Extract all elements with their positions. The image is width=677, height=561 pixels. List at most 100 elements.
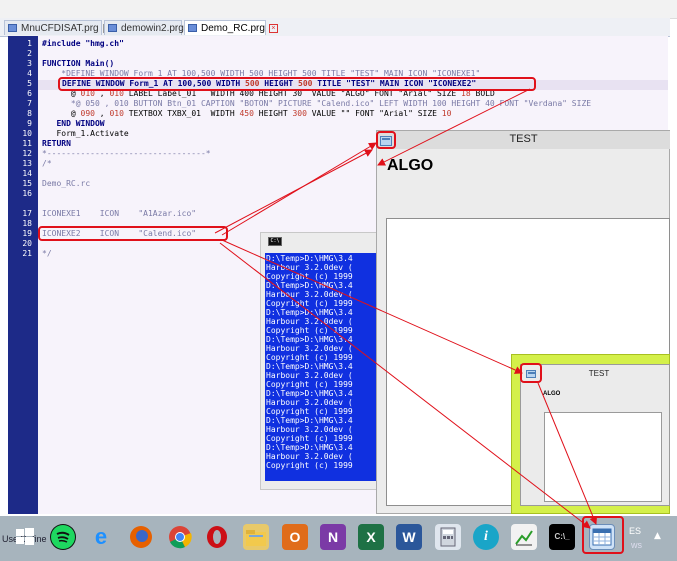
onenote-icon[interactable]: N: [320, 524, 346, 550]
info-app-icon[interactable]: i: [473, 524, 499, 550]
windows-start-icon[interactable]: [12, 524, 38, 550]
chrome-icon[interactable]: [167, 524, 193, 550]
word-icon[interactable]: W: [396, 524, 422, 550]
code-token: @: [42, 109, 81, 118]
file-icon: [188, 24, 197, 32]
line-number: 1: [27, 39, 32, 48]
code-token: HEIGHT: [253, 109, 293, 118]
console-line: D:\Temp>D:\HMG\3.4: [266, 362, 353, 371]
highlight-box-thumbnail-icon: [520, 363, 542, 383]
command-prompt-icon[interactable]: C:\_: [549, 524, 575, 550]
console-line: D:\Temp>D:\HMG\3.4: [266, 416, 353, 425]
file-icon: [8, 24, 17, 32]
console-line: D:\Temp>D:\HMG\3.4: [266, 389, 353, 398]
line-number: 3: [27, 59, 32, 68]
code-token: TEXTBOX TXBX_01 WIDTH: [123, 109, 240, 118]
tab-mnucfdisat[interactable]: MnuCFDISAT.prg×: [4, 20, 112, 35]
line-number: 2: [27, 49, 32, 58]
test-window-label: ALGO: [387, 157, 434, 174]
console-line: Harbour 3.2.0dev (: [266, 452, 353, 461]
line-number: 19: [22, 229, 32, 238]
console-line: Harbour 3.2.0dev (: [266, 398, 353, 407]
code-token: 090: [80, 109, 95, 118]
language-indicator[interactable]: ES: [629, 526, 641, 536]
tab-demowin2[interactable]: demowin2.prg×: [104, 20, 197, 35]
excel-icon[interactable]: X: [358, 524, 384, 550]
line-number: 5: [27, 79, 32, 88]
line-number: 10: [22, 129, 32, 138]
file-explorer-icon[interactable]: [243, 524, 269, 550]
console-line: D:\Temp>D:\HMG\3.4: [266, 308, 353, 317]
calculator-icon[interactable]: [435, 524, 461, 550]
highlight-box-window-icon: [376, 131, 396, 149]
line-number: 15: [22, 179, 32, 188]
code-line-11: RETURN: [42, 139, 71, 148]
highlight-box-define-window: [58, 77, 536, 91]
console-line: Harbour 3.2.0dev (: [266, 344, 353, 353]
code-token: 10: [441, 109, 452, 118]
thumbnail-label: ALGO: [543, 391, 561, 397]
line-number: 14: [22, 169, 32, 178]
code-line-17: ICONEXE1 ICON "A1Azar.ico": [42, 209, 197, 218]
console-line: Copyright (c) 1999: [266, 461, 353, 470]
spotify-icon[interactable]: [50, 524, 76, 550]
close-tab-icon[interactable]: ×: [268, 23, 278, 33]
line-number: 13: [22, 159, 32, 168]
code-line-7: *@ 050 , 010 BUTTON Btn_01 CAPTION "BOTO…: [42, 99, 592, 108]
code-line-10: Form_1.Activate: [42, 129, 129, 138]
code-line-12: *---------------------------------*: [42, 149, 211, 158]
highlight-box-taskbar-icon: [582, 516, 624, 554]
tab-label: demowin2.prg: [121, 23, 184, 34]
line-number: 20: [22, 239, 32, 248]
console-line: D:\Temp>D:\HMG\3.4: [266, 281, 353, 290]
console-output: D:\Temp>D:\HMG\3.4 Harbour 3.2.0dev ( Co…: [265, 253, 377, 481]
console-line: Copyright (c) 1999: [266, 299, 353, 308]
code-token: 010: [109, 109, 124, 118]
firefox-icon[interactable]: [128, 524, 154, 550]
top-ruler-strip: [0, 0, 677, 19]
code-line-9: END WINDOW: [42, 119, 105, 128]
console-line: Copyright (c) 1999: [266, 380, 353, 389]
tray-partial-text: ws: [631, 540, 642, 550]
console-line: Harbour 3.2.0dev (: [266, 290, 353, 299]
line-number: 9: [27, 119, 32, 128]
line-number: 6: [27, 89, 32, 98]
outlook-icon[interactable]: O: [282, 524, 308, 550]
console-line: Copyright (c) 1999: [266, 272, 353, 281]
code-line-1: #include "hmg.ch": [42, 39, 124, 48]
code-token: VALUE "" FONT "Arial" SIZE: [306, 109, 442, 118]
line-number: 16: [22, 189, 32, 198]
console-line: Harbour 3.2.0dev (: [266, 425, 353, 434]
code-line-15: Demo_RC.rc: [42, 179, 91, 188]
console-line: Harbour 3.2.0dev (: [266, 263, 353, 272]
console-line: D:\Temp>D:\HMG\3.4: [266, 335, 353, 344]
code-token: 450: [239, 109, 254, 118]
chart-app-icon[interactable]: [511, 524, 537, 550]
console-line: Harbour 3.2.0dev (: [266, 371, 353, 380]
tab-label: MnuCFDISAT.prg: [21, 23, 99, 34]
line-number: 4: [27, 69, 32, 78]
internet-explorer-icon[interactable]: e: [88, 524, 114, 550]
tray-up-arrow-icon[interactable]: ▲: [654, 531, 661, 541]
tab-demo-rc[interactable]: Demo_RC.prg ×: [184, 20, 278, 35]
opera-icon[interactable]: [204, 524, 230, 550]
line-number: 12: [22, 149, 32, 158]
code-line-3: FUNCTION Main(): [42, 59, 115, 68]
line-number-gutter: 1 2 3 4 5 6 7 8 9 10 11 12 13 14 15 16 1…: [8, 36, 38, 514]
console-icon: C:\: [268, 237, 282, 246]
code-line-8: @ 090 , 010 TEXTBOX TXBX_01 WIDTH 450 HE…: [42, 109, 452, 119]
thumbnail-textbox: [544, 412, 662, 502]
line-number: 21: [22, 249, 32, 258]
console-line: D:\Temp>D:\HMG\3.4: [266, 254, 353, 263]
code-token: 300: [292, 109, 307, 118]
highlight-box-iconexe2: [38, 226, 228, 241]
console-line: Copyright (c) 1999: [266, 407, 353, 416]
line-number: 11: [22, 139, 32, 148]
test-window-title: TEST: [509, 133, 538, 145]
thumbnail-title: TEST: [588, 369, 610, 378]
tab-label: Demo_RC.prg: [201, 23, 265, 34]
line-number: 17: [22, 209, 32, 218]
code-token: ,: [94, 109, 110, 118]
console-line: D:\Temp>D:\HMG\3.4: [266, 443, 353, 452]
console-line: Harbour 3.2.0dev (: [266, 317, 353, 326]
